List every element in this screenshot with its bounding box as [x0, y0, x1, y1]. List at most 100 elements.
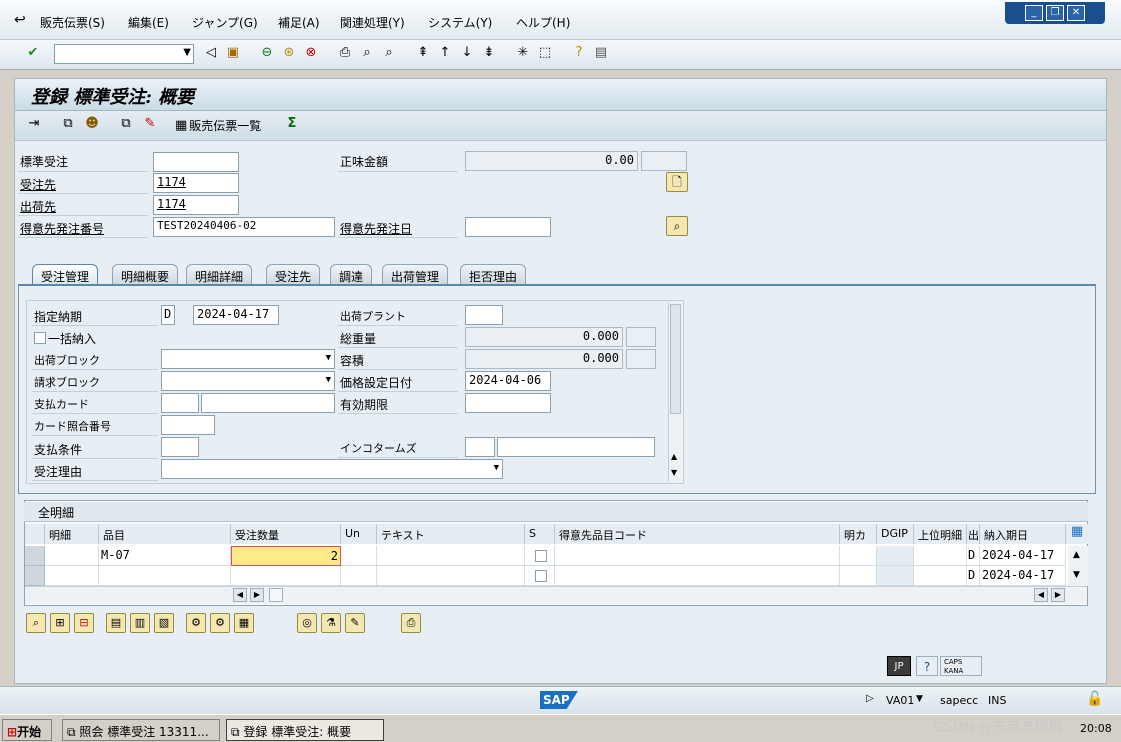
batch-icon[interactable]: ⚗	[321, 613, 341, 633]
enter-icon[interactable]: ✔	[24, 44, 42, 62]
scroll-up-icon[interactable]: ▲	[671, 452, 677, 461]
order-type-input[interactable]	[153, 152, 239, 172]
check-icon[interactable]: ◎	[297, 613, 317, 633]
table-cell-higher-item[interactable]	[914, 546, 967, 566]
tab-procurement[interactable]: 調達	[330, 264, 373, 284]
col-unit[interactable]: Un	[341, 524, 377, 544]
table-cell-cust-material[interactable]	[555, 546, 840, 566]
card-type-input[interactable]	[161, 393, 199, 413]
tab-item-detail[interactable]: 明細詳細	[186, 264, 253, 284]
table-cell-deliv-date[interactable]: 2024-04-17	[980, 546, 1066, 566]
deliver-plant-input[interactable]	[465, 305, 503, 325]
help-icon[interactable]: ?	[916, 656, 938, 676]
col-dgip[interactable]: DGIP	[877, 524, 914, 544]
shortcut-icon[interactable]: ⬚	[536, 44, 554, 62]
tab-reason-rejection[interactable]: 拒否理由	[460, 264, 527, 284]
close-icon[interactable]: ✕	[1067, 5, 1085, 21]
table-cell-unit[interactable]	[341, 546, 377, 566]
col-d[interactable]: 出	[967, 524, 980, 544]
table-cell-item[interactable]	[45, 566, 99, 586]
table-cell-unit[interactable]	[341, 566, 377, 586]
table-cell-item-cat[interactable]	[840, 546, 877, 566]
select-block-icon[interactable]: ▥	[130, 613, 150, 633]
table-cell-material[interactable]	[99, 566, 231, 586]
insert-row-icon[interactable]: ⊞	[50, 613, 70, 633]
partner-icon[interactable]: ☻	[83, 115, 101, 133]
col-material[interactable]: 品目	[99, 524, 231, 544]
select-all-cell[interactable]	[25, 524, 45, 544]
table-cell-text[interactable]	[377, 566, 525, 586]
table-hscroll[interactable]: ◀ ▶ ◀ ▶	[25, 586, 1087, 604]
po-date-label[interactable]: 得意先発注日	[340, 220, 412, 237]
card-verif-input[interactable]	[161, 415, 215, 435]
order-reason-select[interactable]	[161, 459, 503, 479]
col-s[interactable]: S	[525, 524, 555, 544]
table-cell-cust-material[interactable]	[555, 566, 840, 586]
menu-edit[interactable]: 編集(E)	[128, 14, 169, 31]
table-cell-deliv-date[interactable]: 2024-04-17	[980, 566, 1066, 586]
help-icon[interactable]: ?	[570, 44, 588, 62]
layout-menu-icon[interactable]: ▤	[592, 44, 610, 62]
save-icon[interactable]: ▣	[224, 44, 242, 62]
payment-terms-input[interactable]	[161, 437, 199, 457]
delivery-block-select[interactable]	[161, 349, 335, 369]
scroll-up-icon[interactable]: ▲	[1073, 550, 1080, 560]
col-order-qty[interactable]: 受注数量	[231, 524, 341, 544]
col-deliv-date[interactable]: 納入期日	[980, 524, 1066, 544]
table-checkbox[interactable]	[535, 550, 547, 562]
ship-to-input[interactable]: 1174	[153, 195, 239, 215]
scroll-left-icon[interactable]: ◀	[1034, 588, 1048, 602]
scroll-left-icon[interactable]: ◀	[233, 588, 247, 602]
pricing-icon[interactable]: ⚙	[186, 613, 206, 633]
exit-icon[interactable]: ⊛	[280, 44, 298, 62]
taskbar-item-display-order[interactable]: ⧉ 照会 標準受注 13311...	[62, 719, 220, 741]
language-indicator[interactable]: JP	[887, 656, 911, 676]
row-selector[interactable]	[25, 546, 45, 566]
cancel-icon[interactable]: ⊗	[302, 44, 320, 62]
start-button[interactable]: ⊞开始	[2, 719, 52, 741]
table-cell-d[interactable]: D	[967, 546, 980, 566]
billing-block-select[interactable]	[161, 371, 335, 391]
next-page-icon[interactable]: ↓	[458, 44, 476, 62]
sold-to-input[interactable]: 1174	[153, 173, 239, 193]
po-number-input[interactable]: TEST20240406-02	[153, 217, 335, 237]
restore-icon[interactable]: ❐	[1046, 5, 1064, 21]
tab-ordering-party[interactable]: 受注先	[266, 264, 321, 284]
menu-icon[interactable]: ↩	[14, 12, 26, 28]
table-cell-qty[interactable]: 2	[231, 546, 341, 566]
table-settings-icon[interactable]: ▦	[1066, 524, 1088, 544]
req-deliv-date-input[interactable]: 2024-04-17	[193, 305, 279, 325]
deselect-all-icon[interactable]: ▧	[154, 613, 174, 633]
table-cell-higher-item[interactable]	[914, 566, 967, 586]
scroll-down-icon[interactable]: ▼	[671, 468, 677, 477]
scroll-thumb[interactable]	[269, 588, 283, 602]
table-cell-material[interactable]: M-07	[99, 546, 231, 566]
scroll-thumb[interactable]	[670, 304, 681, 414]
pricing-date-input[interactable]: 2024-04-06	[465, 371, 551, 391]
table-cell-d[interactable]: D	[967, 566, 980, 586]
back-arrow-icon[interactable]: ◁	[202, 44, 220, 62]
print-preview-icon[interactable]: ⎙	[401, 613, 421, 633]
document-icon[interactable]: 🗋	[666, 172, 688, 192]
col-item-cat[interactable]: 明カ	[840, 524, 877, 544]
tab-item-overview[interactable]: 明細概要	[112, 264, 179, 284]
taskbar-item-create-order[interactable]: ⧉ 登録 標準受注: 概要	[226, 719, 384, 741]
edit-icon[interactable]: ✎	[345, 613, 365, 633]
find-next-icon[interactable]: ⌕	[380, 44, 398, 62]
menu-extras[interactable]: 補足(A)	[278, 14, 320, 31]
menu-environment[interactable]: 関連処理(Y)	[340, 14, 405, 31]
card-number-input[interactable]	[201, 393, 335, 413]
delete-item-icon[interactable]: ✎	[141, 115, 159, 133]
menu-system[interactable]: システム(Y)	[428, 14, 492, 31]
details-icon[interactable]: ⌕	[26, 613, 46, 633]
col-cust-material[interactable]: 得意先品目コード	[555, 524, 840, 544]
minimize-icon[interactable]: _	[1025, 5, 1043, 21]
header-details-icon[interactable]: ⧉	[59, 115, 77, 133]
previous-page-icon[interactable]: ↑	[436, 44, 454, 62]
status-dropdown-icon[interactable]: ▼	[916, 694, 923, 704]
delete-row-icon[interactable]: ⊟	[74, 613, 94, 633]
table-checkbox[interactable]	[535, 570, 547, 582]
col-text[interactable]: テキスト	[377, 524, 525, 544]
col-higher-item[interactable]: 上位明細	[914, 524, 967, 544]
po-date-input[interactable]	[465, 217, 551, 237]
